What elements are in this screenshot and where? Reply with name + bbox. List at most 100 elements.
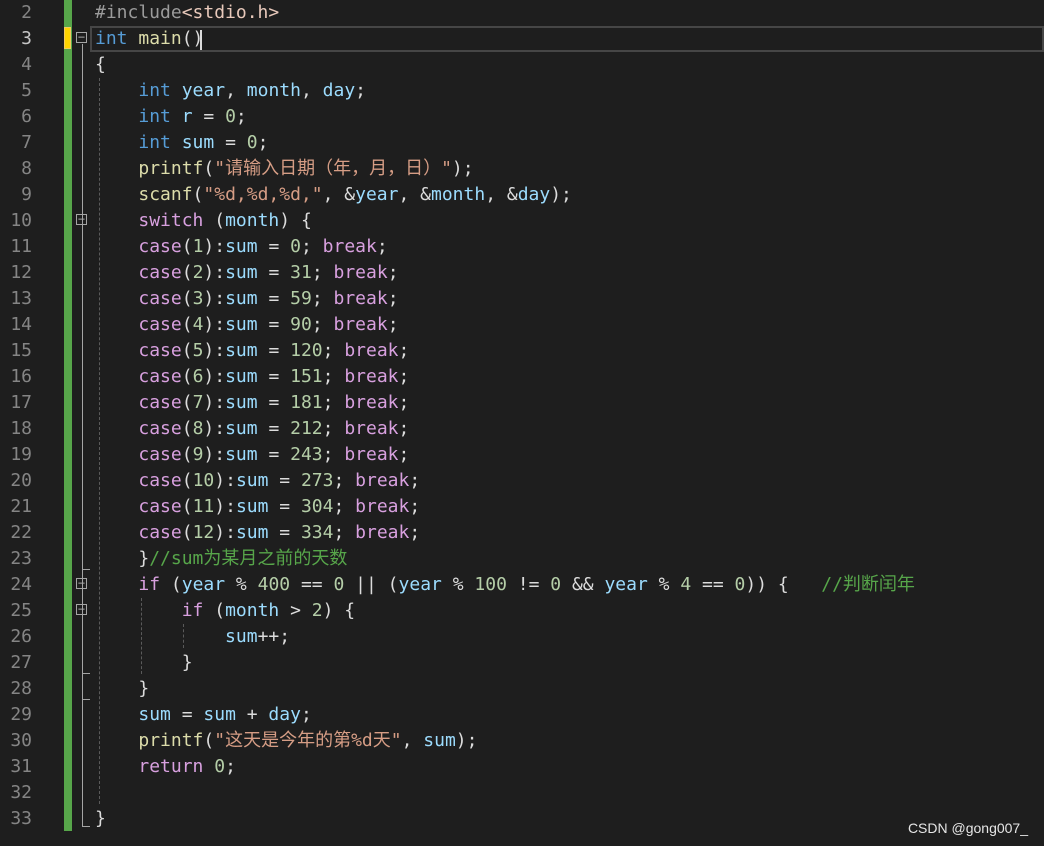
code-line-31[interactable]: 31 return 0; <box>0 754 1044 780</box>
code-text[interactable]: case(5):sum = 120; break; <box>95 338 409 364</box>
code-text[interactable]: int sum = 0; <box>95 130 268 156</box>
code-text[interactable]: case(8):sum = 212; break; <box>95 416 409 442</box>
code-line-27[interactable]: 27 } <box>0 650 1044 676</box>
code-line-20[interactable]: 20 case(10):sum = 273; break; <box>0 468 1044 494</box>
code-text[interactable]: return 0; <box>95 754 236 780</box>
code-token: sum <box>203 704 236 725</box>
code-line-7[interactable]: 7 int sum = 0; <box>0 130 1044 156</box>
code-line-22[interactable]: 22 case(12):sum = 334; break; <box>0 520 1044 546</box>
code-line-4[interactable]: 4{ <box>0 52 1044 78</box>
code-line-28[interactable]: 28 } <box>0 676 1044 702</box>
code-line-26[interactable]: 26 sum++; <box>0 624 1044 650</box>
code-text[interactable]: int r = 0; <box>95 104 246 130</box>
code-text[interactable]: int main() <box>95 26 203 52</box>
code-text[interactable]: { <box>95 52 106 78</box>
code-line-30[interactable]: 30 printf("这天是今年的第%d天", sum); <box>0 728 1044 754</box>
code-line-3[interactable]: 3 − int main() <box>0 26 1044 52</box>
code-token: ): <box>203 314 226 335</box>
code-text[interactable]: scanf("%d,%d,%d,", &year, &month, &day); <box>95 182 572 208</box>
code-text[interactable]: printf("这天是今年的第%d天", sum); <box>95 728 477 754</box>
code-token: ) { <box>322 600 356 621</box>
code-text[interactable]: case(7):sum = 181; break; <box>95 390 409 416</box>
code-token: } <box>95 678 150 699</box>
code-token: sum <box>225 314 258 335</box>
code-line-24[interactable]: 24− if (year % 400 == 0 || (year % 100 !… <box>0 572 1044 598</box>
code-text[interactable]: case(3):sum = 59; break; <box>95 286 398 312</box>
code-line-14[interactable]: 14 case(4):sum = 90; break; <box>0 312 1044 338</box>
code-text[interactable]: }//sum为某月之前的天数 <box>95 546 347 572</box>
code-line-18[interactable]: 18 case(8):sum = 212; break; <box>0 416 1044 442</box>
code-line-13[interactable]: 13 case(3):sum = 59; break; <box>0 286 1044 312</box>
collapse-toggle-icon[interactable]: − <box>76 31 87 43</box>
code-line-5[interactable]: 5 int year, month, day; <box>0 78 1044 104</box>
code-token: return <box>138 756 204 777</box>
code-line-12[interactable]: 12 case(2):sum = 31; break; <box>0 260 1044 286</box>
code-token: || ( <box>344 574 399 595</box>
code-line-32[interactable]: 32 <box>0 780 1044 806</box>
code-text[interactable]: } <box>95 806 106 832</box>
indent-guide <box>99 78 100 804</box>
code-token: sum <box>181 132 215 153</box>
code-text[interactable]: case(10):sum = 273; break; <box>95 468 420 494</box>
code-token: case <box>138 340 182 361</box>
code-text[interactable]: switch (month) { <box>95 208 311 234</box>
code-token: ( <box>203 210 226 231</box>
code-line-29[interactable]: 29 sum = sum + day; <box>0 702 1044 728</box>
code-text[interactable]: printf("请输入日期（年，月，日）"); <box>95 156 473 182</box>
code-token: ; <box>398 392 410 413</box>
code-text[interactable]: case(4):sum = 90; break; <box>95 312 398 338</box>
code-line-6[interactable]: 6 int r = 0; <box>0 104 1044 130</box>
code-token: > <box>279 600 312 621</box>
code-token: 31 <box>290 262 312 283</box>
line-number: 27 <box>10 652 32 673</box>
line-number: 19 <box>10 444 32 465</box>
code-token: "请输入日期（年，月，日）" <box>214 158 452 179</box>
code-token: break <box>344 418 399 439</box>
code-token: ( <box>181 418 193 439</box>
code-token: case <box>138 236 182 257</box>
line-number: 26 <box>10 626 32 647</box>
code-line-8[interactable]: 8 printf("请输入日期（年，月，日）"); <box>0 156 1044 182</box>
code-text[interactable]: case(9):sum = 243; break; <box>95 442 409 468</box>
code-text[interactable]: if (month > 2) { <box>95 598 355 624</box>
code-token: = <box>257 418 291 439</box>
code-editor[interactable]: 2 #include<stdio.h> 3− int main() 4{5 int ye… <box>0 0 1044 846</box>
code-line-21[interactable]: 21 case(11):sum = 304; break; <box>0 494 1044 520</box>
code-text[interactable]: #include<stdio.h> <box>95 0 279 26</box>
code-text[interactable]: case(2):sum = 31; break; <box>95 260 398 286</box>
code-line-33[interactable]: 33} <box>0 806 1044 832</box>
code-text[interactable]: case(12):sum = 334; break; <box>95 520 420 546</box>
code-token: case <box>138 444 182 465</box>
code-line-19[interactable]: 19 case(9):sum = 243; break; <box>0 442 1044 468</box>
code-token: ; <box>322 418 345 439</box>
line-number: 28 <box>10 678 32 699</box>
code-text[interactable]: case(6):sum = 151; break; <box>95 364 409 390</box>
code-text[interactable]: sum++; <box>95 624 290 650</box>
fold-end-tick <box>82 569 90 570</box>
code-text[interactable]: case(11):sum = 304; break; <box>95 494 420 520</box>
code-token: month <box>246 80 301 101</box>
code-line-9[interactable]: 9 scanf("%d,%d,%d,", &year, &month, &day… <box>0 182 1044 208</box>
code-text[interactable]: if (year % 400 == 0 || (year % 100 != 0 … <box>95 572 915 598</box>
code-token: break <box>333 288 388 309</box>
code-token: ; <box>398 366 410 387</box>
code-token: case <box>138 288 182 309</box>
code-line-10[interactable]: 10− switch (month) { <box>0 208 1044 234</box>
code-line-2[interactable]: 2 #include<stdio.h> <box>0 0 1044 26</box>
code-text[interactable]: int year, month, day; <box>95 78 366 104</box>
code-token: year <box>181 80 226 101</box>
code-text[interactable]: sum = sum + day; <box>95 702 311 728</box>
code-line-23[interactable]: 23 }//sum为某月之前的天数 <box>0 546 1044 572</box>
code-text[interactable]: case(1):sum = 0; break; <box>95 234 387 260</box>
code-token: 8 <box>192 418 204 439</box>
code-text[interactable]: } <box>95 676 149 702</box>
code-line-25[interactable]: 25− if (month > 2) { <box>0 598 1044 624</box>
code-line-11[interactable]: 11 case(1):sum = 0; break; <box>0 234 1044 260</box>
code-line-16[interactable]: 16 case(6):sum = 151; break; <box>0 364 1044 390</box>
code-line-17[interactable]: 17 case(7):sum = 181; break; <box>0 390 1044 416</box>
code-text[interactable]: } <box>95 650 193 676</box>
code-line-15[interactable]: 15 case(5):sum = 120; break; <box>0 338 1044 364</box>
code-token: break <box>344 392 399 413</box>
